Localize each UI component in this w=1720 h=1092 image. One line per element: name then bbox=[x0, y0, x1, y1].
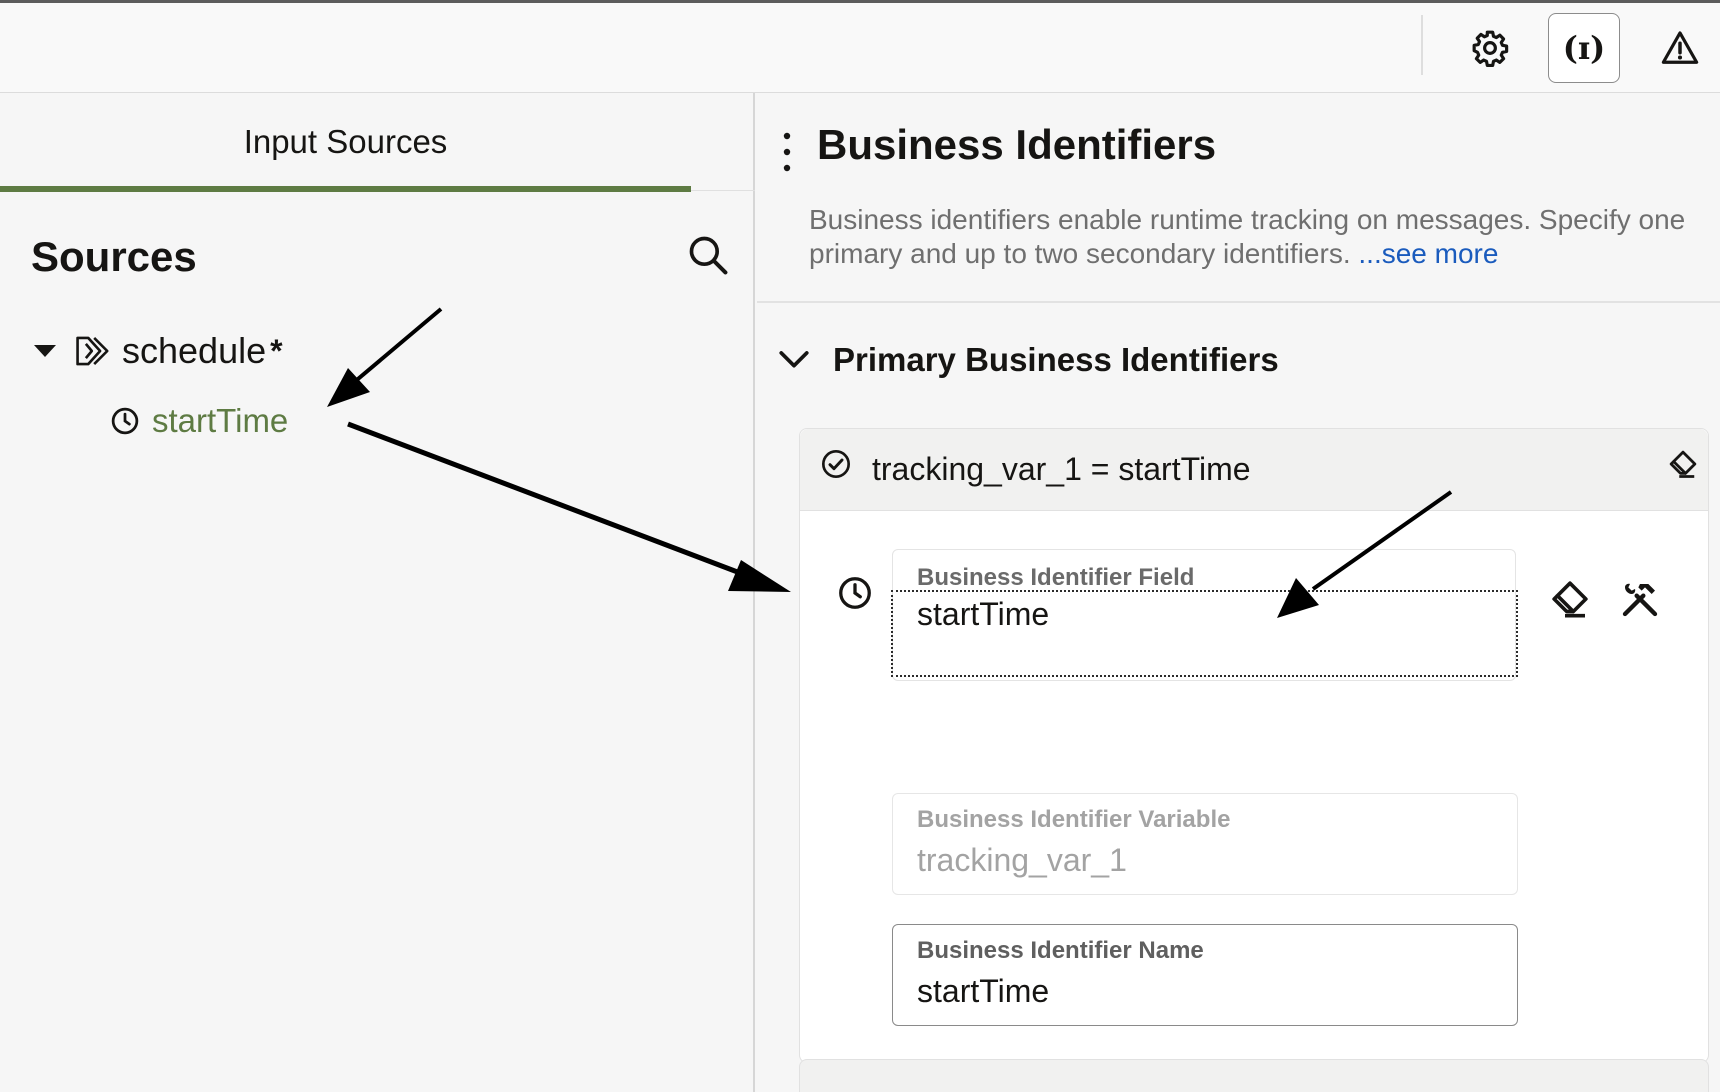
tree-node-schedule[interactable]: schedule * bbox=[30, 323, 283, 379]
more-options-icon[interactable] bbox=[777, 131, 797, 173]
tree-node-starttime-label: startTime bbox=[152, 402, 289, 439]
chevron-down-icon bbox=[779, 351, 809, 368]
business-identifier-variable-label: Business Identifier Variable bbox=[917, 806, 1231, 833]
caret-down-icon bbox=[34, 345, 56, 357]
tab-input-sources-label: Input Sources bbox=[243, 122, 448, 160]
active-tab-indicator bbox=[0, 186, 691, 192]
panel-title: Business Identifiers bbox=[817, 121, 1217, 168]
business-identifier-field-dropzone[interactable]: Business Identifier Field startTime bbox=[891, 549, 1518, 681]
business-identifier-name-input[interactable]: Business Identifier Name startTime bbox=[892, 924, 1518, 1026]
description-text: Business identifiers enable runtime trac… bbox=[809, 204, 1686, 269]
check-circle-icon bbox=[822, 450, 850, 478]
section-title: Primary Business Identifiers bbox=[833, 341, 1279, 378]
trigger-icon bbox=[76, 336, 109, 366]
tree-node-starttime[interactable]: startTime bbox=[110, 393, 288, 449]
business-identifier-variable-input: Business Identifier Variable tracking_va… bbox=[892, 793, 1518, 895]
panel-divider bbox=[757, 301, 1720, 303]
warning-icon bbox=[1661, 31, 1699, 64]
search-icon bbox=[689, 236, 728, 275]
app-root: (ɪ) Input Sources Sources schedule * sta… bbox=[0, 0, 1720, 1092]
secondary-identifier-card-header[interactable] bbox=[799, 1059, 1709, 1092]
business-identifier-field-label: Business Identifier Field bbox=[917, 564, 1195, 591]
identifier-card: tracking_var_1 = startTime Business Iden… bbox=[799, 428, 1709, 1063]
settings-button[interactable] bbox=[1454, 13, 1526, 83]
business-identifier-field-value: startTime bbox=[917, 596, 1050, 632]
gear-icon bbox=[1472, 30, 1509, 67]
tab-input-sources[interactable]: Input Sources bbox=[0, 93, 691, 192]
required-marker: * bbox=[270, 332, 283, 369]
eraser-icon[interactable] bbox=[1668, 449, 1698, 479]
business-identifier-name-label: Business Identifier Name bbox=[917, 937, 1204, 964]
top-toolbar: (ɪ) bbox=[0, 0, 1720, 93]
tree-node-schedule-label: schedule bbox=[122, 330, 267, 371]
configure-field-button[interactable] bbox=[1620, 579, 1660, 619]
panel-description: Business identifiers enable runtime trac… bbox=[809, 203, 1699, 271]
tools-icon bbox=[1622, 583, 1658, 617]
expression-toggle-button[interactable]: (ɪ) bbox=[1548, 13, 1620, 83]
see-more-link[interactable]: ...see more bbox=[1358, 238, 1498, 269]
expression-icon: (ɪ) bbox=[1562, 29, 1606, 67]
identifier-card-header[interactable]: tracking_var_1 = startTime bbox=[800, 429, 1708, 511]
primary-identifiers-header[interactable]: Primary Business Identifiers bbox=[777, 341, 1279, 379]
sources-heading: Sources bbox=[31, 233, 197, 280]
clock-icon bbox=[839, 577, 871, 609]
search-sources-button[interactable] bbox=[686, 233, 738, 285]
clear-field-button[interactable] bbox=[1550, 579, 1590, 619]
eraser-icon bbox=[1552, 581, 1588, 618]
toolbar-divider bbox=[1421, 15, 1423, 75]
clock-icon bbox=[111, 407, 139, 435]
identifier-summary: tracking_var_1 = startTime bbox=[872, 451, 1251, 487]
business-identifier-variable-value: tracking_var_1 bbox=[917, 842, 1127, 878]
collapse-caret[interactable] bbox=[30, 336, 60, 366]
business-identifier-name-value: startTime bbox=[917, 973, 1050, 1009]
input-sources-pane: Input Sources Sources schedule * startTi… bbox=[0, 93, 755, 1092]
warnings-button[interactable] bbox=[1644, 13, 1716, 83]
source-tabbar: Input Sources bbox=[0, 93, 755, 192]
business-identifiers-pane: Business Identifiers Business identifier… bbox=[757, 93, 1720, 1092]
